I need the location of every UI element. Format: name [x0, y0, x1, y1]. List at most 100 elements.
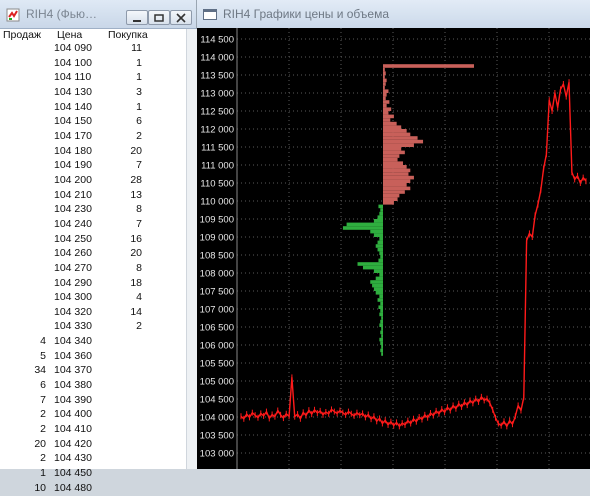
order-book-row[interactable]: 104 260 20 [0, 247, 186, 262]
order-book-row[interactable]: 104 270 8 [0, 262, 186, 277]
price-level: 104 410 [54, 423, 92, 436]
order-book-row[interactable]: 104 150 6 [0, 115, 186, 130]
buy-volume: 28 [130, 173, 142, 186]
order-book-row[interactable]: 104 210 13 [0, 189, 186, 204]
buy-volume: 16 [130, 232, 142, 245]
volume-bar-buy [357, 262, 383, 266]
volume-bar-buy [380, 330, 383, 335]
order-book-row[interactable]: 4 104 340 [0, 335, 186, 350]
buy-volume: 3 [136, 85, 142, 98]
volume-bar-sell [383, 111, 389, 115]
order-book-row[interactable]: 104 180 20 [0, 145, 186, 160]
volume-bar-sell [383, 161, 404, 165]
order-book-row[interactable]: 104 170 2 [0, 130, 186, 145]
volume-bar-buy [377, 247, 383, 252]
order-book-row[interactable]: 1 104 450 [0, 467, 186, 482]
order-book-row[interactable]: 10 104 480 [0, 482, 186, 496]
order-book-row[interactable]: 104 090 11 [0, 42, 186, 57]
y-tick-label: 105 500 [200, 359, 234, 370]
volume-bar-buy [379, 211, 383, 216]
volume-bar-buy [379, 312, 383, 317]
order-book-row[interactable]: 104 330 2 [0, 320, 186, 335]
volume-bar-buy [380, 341, 383, 345]
y-tick-label: 109 000 [200, 233, 234, 244]
chart-title: RIH4 Графики цены и объема [223, 7, 389, 21]
y-tick-label: 105 000 [200, 377, 234, 388]
buy-volume: 14 [130, 305, 142, 318]
order-book-row[interactable]: 5 104 360 [0, 350, 186, 365]
order-book-row[interactable]: 104 110 1 [0, 71, 186, 86]
volume-bar-buy [379, 337, 383, 342]
order-book-rows: 104 090 11 104 100 1 104 110 1 104 130 3 104 140… [0, 42, 186, 496]
price-level: 104 090 [54, 42, 92, 54]
volume-bar-sell [383, 107, 392, 111]
y-tick-label: 107 500 [200, 287, 234, 298]
price-level: 104 230 [54, 203, 92, 216]
order-book-row[interactable]: 104 230 8 [0, 203, 186, 218]
order-book-titlebar[interactable]: RIH4 (Фью… [0, 0, 196, 29]
close-button[interactable] [170, 10, 192, 25]
order-book-row[interactable]: 2 104 400 [0, 408, 186, 423]
order-book-row[interactable]: 7 104 390 [0, 394, 186, 409]
column-header-sell[interactable]: Продаж [3, 29, 41, 41]
volume-bar-buy [346, 222, 383, 227]
volume-bar-sell [383, 96, 386, 101]
buy-volume: 7 [136, 217, 142, 230]
restore-button[interactable] [148, 10, 170, 25]
y-tick-label: 111 500 [201, 143, 234, 154]
volume-bar-sell [383, 186, 411, 191]
buy-volume: 2 [136, 129, 142, 142]
volume-bar-sell [383, 89, 389, 93]
y-tick-label: 103 000 [200, 449, 234, 460]
volume-bar-sell [383, 183, 407, 187]
volume-bar-sell [383, 168, 411, 173]
price-level: 104 190 [54, 159, 92, 172]
buy-volume: 11 [131, 42, 142, 54]
y-tick-label: 104 000 [200, 413, 234, 424]
volume-bar-sell [383, 201, 394, 205]
volume-bar-buy [381, 316, 383, 320]
volume-bar-sell [383, 129, 407, 133]
order-book-row[interactable]: 104 130 3 [0, 86, 186, 101]
y-tick-label: 112 000 [200, 125, 234, 136]
buy-volume: 8 [136, 261, 142, 274]
order-book-row[interactable]: 2 104 410 [0, 423, 186, 438]
sell-volume: 20 [34, 437, 46, 450]
volume-bar-sell [383, 93, 387, 97]
volume-bar-sell [383, 147, 402, 151]
window-icon [203, 9, 217, 20]
order-book-header: Продаж Цена Покупка [0, 29, 186, 43]
order-book-row[interactable]: 6 104 380 [0, 379, 186, 394]
order-book-row[interactable]: 104 290 18 [0, 277, 186, 292]
order-book-row[interactable]: 104 300 4 [0, 291, 186, 306]
order-book-row[interactable]: 20 104 420 [0, 438, 186, 453]
y-tick-label: 111 000 [201, 161, 234, 172]
sell-volume: 7 [40, 393, 46, 406]
order-book-row[interactable]: 104 100 1 [0, 57, 186, 72]
order-book-scrollbar[interactable] [186, 29, 197, 469]
order-book-row[interactable]: 104 140 1 [0, 101, 186, 116]
minimize-button[interactable] [126, 10, 148, 25]
volume-bar-buy [381, 334, 383, 338]
sell-volume: 6 [40, 379, 46, 392]
close-icon [176, 13, 186, 23]
y-tick-label: 104 500 [200, 395, 234, 406]
order-book-row[interactable]: 104 190 7 [0, 159, 186, 174]
chart-window: RIH4 Графики цены и объема 114 500 114 00… [197, 0, 590, 469]
column-header-price[interactable]: Цена [57, 29, 82, 41]
order-book-row[interactable]: 104 320 14 [0, 306, 186, 321]
buy-volume: 1 [136, 56, 142, 69]
order-book-row[interactable]: 104 250 16 [0, 233, 186, 248]
chart-titlebar[interactable]: RIH4 Графики цены и объема [197, 0, 590, 29]
order-book-row[interactable]: 2 104 430 [0, 452, 186, 467]
order-book-row[interactable]: 104 200 28 [0, 174, 186, 189]
order-book-row[interactable]: 34 104 370 [0, 364, 186, 379]
volume-bar-buy [375, 291, 383, 295]
price-volume-chart[interactable]: 114 500 114 000 113 500 113 000 112 500 112 0… [197, 28, 590, 469]
order-book-row[interactable]: 104 240 7 [0, 218, 186, 233]
buy-volume: 8 [136, 203, 142, 216]
y-tick-label: 109 500 [200, 215, 234, 226]
volume-bar-sell [383, 165, 407, 169]
order-book-title: RIH4 (Фью… [26, 7, 98, 21]
column-header-buy[interactable]: Покупка [108, 29, 148, 41]
